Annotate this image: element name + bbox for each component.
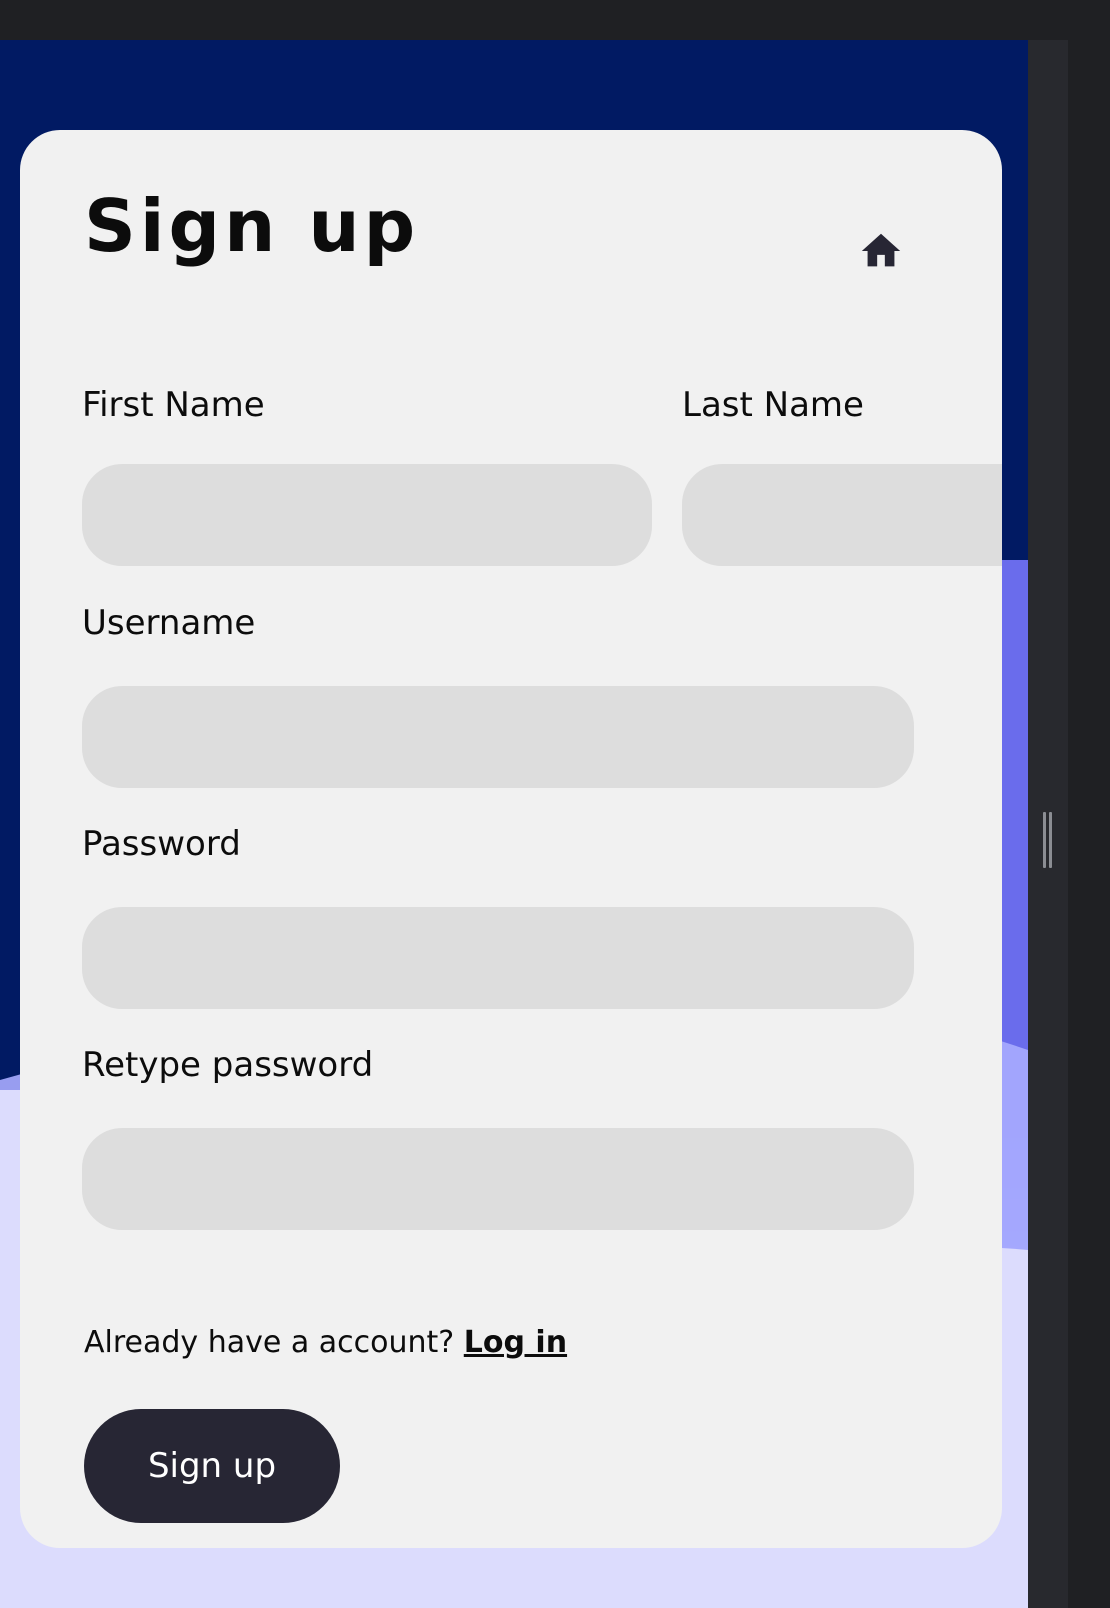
resize-handle[interactable]	[1040, 812, 1054, 868]
resize-handle-bar	[1049, 812, 1052, 868]
page-viewport: Sign up First Name Last Name Username Pa…	[0, 40, 1028, 1608]
browser-top-bar	[0, 0, 1110, 40]
login-prompt: Already have a account? Log in	[84, 1328, 567, 1358]
retype-password-label: Retype password	[82, 1045, 374, 1085]
last-name-input[interactable]	[682, 464, 1002, 566]
username-input[interactable]	[82, 686, 914, 788]
home-icon	[861, 233, 901, 267]
sign-up-button[interactable]: Sign up	[84, 1409, 340, 1523]
signup-card: Sign up First Name Last Name Username Pa…	[20, 130, 1002, 1548]
password-input[interactable]	[82, 907, 914, 1009]
first-name-label: First Name	[82, 385, 265, 425]
login-prompt-text: Already have a account?	[84, 1325, 455, 1360]
window-edge	[1068, 40, 1110, 1608]
password-label: Password	[82, 824, 241, 864]
username-label: Username	[82, 603, 256, 643]
retype-password-input[interactable]	[82, 1128, 914, 1230]
resize-handle-bar	[1043, 812, 1046, 868]
last-name-label: Last Name	[682, 385, 864, 425]
home-button[interactable]	[858, 228, 904, 274]
page-title: Sign up	[84, 184, 420, 268]
first-name-input[interactable]	[82, 464, 652, 566]
login-link[interactable]: Log in	[464, 1325, 567, 1360]
